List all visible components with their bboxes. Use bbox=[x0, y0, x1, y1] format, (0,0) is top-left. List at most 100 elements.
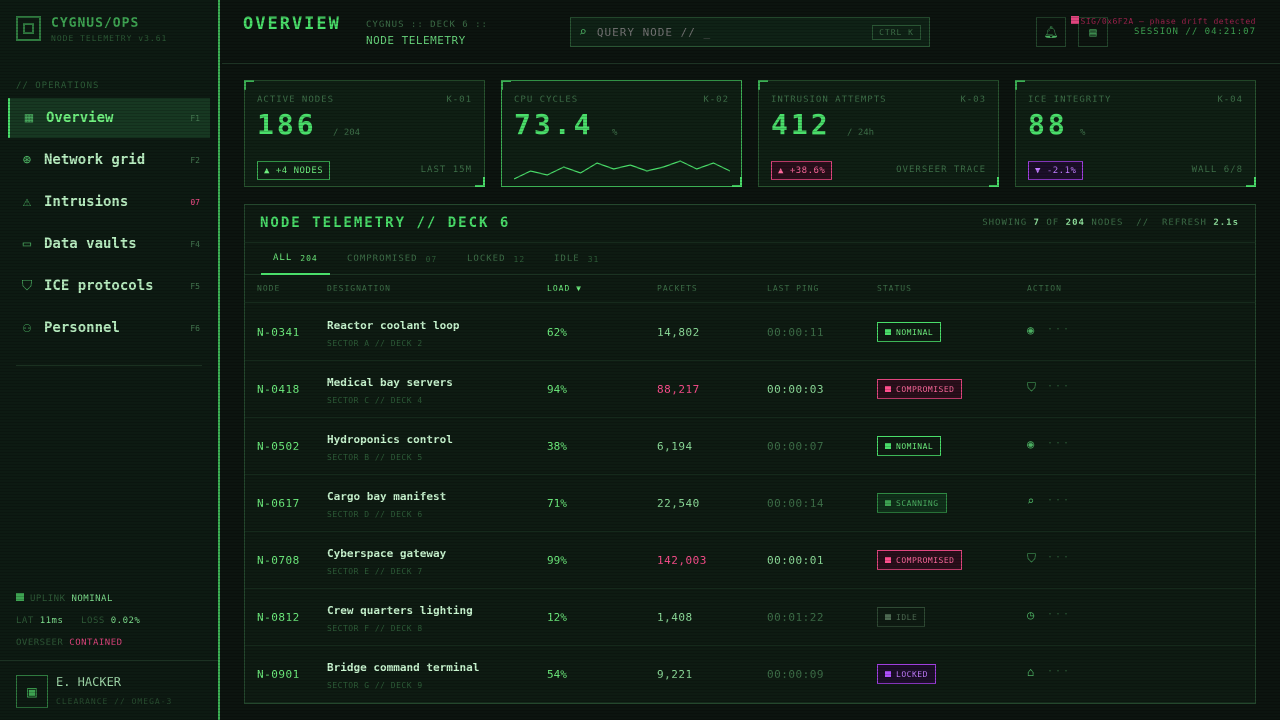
panel-title: NODE TELEMETRY // DECK 6 bbox=[260, 215, 511, 231]
table-row[interactable]: N-0502 Hydroponics control SECTOR B // DEC… bbox=[245, 418, 1255, 475]
tab-all[interactable]: ALL 204 bbox=[261, 243, 330, 275]
page-title: OVERVIEW bbox=[243, 14, 341, 34]
sidebar-item-overview[interactable]: ▦ Overview F1 bbox=[8, 98, 210, 138]
node-packets: 22,540 bbox=[657, 497, 700, 510]
tab-count: 12 bbox=[513, 254, 526, 264]
node-designation: Reactor coolant loop bbox=[327, 319, 460, 332]
shield-icon: ⛉ bbox=[21, 278, 33, 294]
stat-unit: / 204 bbox=[333, 128, 361, 138]
status-badge: IDLE bbox=[877, 607, 926, 627]
stat-card-intrusion-attempts[interactable]: INTRUSION ATTEMPTS K-03 412 / 24h ▲ +38.… bbox=[758, 80, 999, 187]
table-row[interactable]: N-0341 Reactor coolant loop SECTOR A // DE… bbox=[245, 304, 1255, 361]
section-label: // OPERATIONS bbox=[16, 81, 100, 91]
sidebar-item-key: F2 bbox=[190, 155, 200, 165]
column-header-action: ACTION bbox=[1027, 284, 1062, 293]
stat-code: K-04 bbox=[1217, 95, 1243, 105]
search-input[interactable] bbox=[596, 25, 873, 39]
table-row[interactable]: N-0418 Medical bay servers SECTOR C // DEC… bbox=[245, 361, 1255, 418]
eye-icon[interactable]: ◉ bbox=[1027, 437, 1034, 451]
stat-card-ice-integrity[interactable]: ICE INTEGRITY K-04 88 % ▼ -2.1% WALL 6/8 bbox=[1015, 80, 1256, 187]
more-options-icon[interactable]: ··· bbox=[1047, 552, 1071, 563]
divider bbox=[16, 365, 202, 366]
node-sector: SECTOR G // DECK 9 bbox=[327, 681, 423, 690]
node-load: 54% bbox=[547, 668, 567, 681]
node-id: N-0708 bbox=[257, 554, 300, 567]
sidebar-item-ice-protocols[interactable]: ⛉ ICE protocols F5 bbox=[8, 266, 210, 306]
node-packets: 1,408 bbox=[657, 611, 693, 624]
latency-value: 11ms bbox=[39, 616, 64, 626]
node-last-ping: 00:00:11 bbox=[767, 326, 824, 339]
node-load: 38% bbox=[547, 440, 567, 453]
sidebar-item-key: F6 bbox=[190, 323, 200, 333]
column-header-last-ping[interactable]: LAST PING bbox=[767, 284, 819, 293]
status-indicator bbox=[885, 614, 891, 620]
sidebar-item-label: Intrusions bbox=[44, 194, 129, 210]
shield-icon[interactable]: ⛉ bbox=[1027, 551, 1036, 566]
stat-card-active-nodes[interactable]: ACTIVE NODES K-01 186 / 204 ▲ +4 NODES L… bbox=[244, 80, 485, 187]
sidebar: CYGNUS/OPS NODE TELEMETRY v3.61 // OPERA… bbox=[0, 0, 220, 720]
node-sector: SECTOR F // DECK 8 bbox=[327, 624, 423, 633]
table-row[interactable]: N-0708 Cyberspace gateway SECTOR E // DECK… bbox=[245, 532, 1255, 589]
tab-locked[interactable]: LOCKED 12 bbox=[455, 243, 537, 275]
lock-icon[interactable]: ⌂ bbox=[1027, 665, 1034, 679]
node-load: 12% bbox=[547, 611, 567, 624]
status-text: IDLE bbox=[896, 612, 918, 622]
node-last-ping: 00:01:22 bbox=[767, 611, 824, 624]
clock-icon[interactable]: ◷ bbox=[1027, 608, 1034, 622]
column-header-status[interactable]: STATUS bbox=[877, 284, 912, 293]
table-row[interactable]: N-0617 Cargo bay manifest SECTOR D // DECK… bbox=[245, 475, 1255, 532]
sidebar-item-intrusions[interactable]: ⚠ Intrusions 07 bbox=[8, 182, 210, 222]
signal-text: SIG/0x6F2A — phase drift detected bbox=[1080, 17, 1256, 26]
tab-compromised[interactable]: COMPROMISED 07 bbox=[335, 243, 449, 275]
stat-unit: % bbox=[1080, 128, 1086, 138]
eye-icon[interactable]: ◉ bbox=[1027, 323, 1034, 337]
user-profile[interactable]: ▣ E. HACKER CLEARANCE // OMEGA-3 bbox=[0, 660, 218, 720]
node-sector: SECTOR D // DECK 6 bbox=[327, 510, 423, 519]
notifications-button[interactable]: 🔔︎ bbox=[1036, 17, 1066, 47]
column-header-node[interactable]: NODE bbox=[257, 284, 280, 293]
node-sector: SECTOR A // DECK 2 bbox=[327, 339, 423, 348]
logo-icon bbox=[16, 16, 41, 41]
topbar: OVERVIEW CYGNUS :: DECK 6 :: NODE TELEME… bbox=[222, 0, 1280, 64]
panel-meta: SHOWING 7 OF 204 NODES // REFRESH 2.1s bbox=[982, 218, 1239, 228]
showing-count: 7 bbox=[1033, 218, 1040, 228]
column-header-load[interactable]: LOAD ▼ bbox=[547, 284, 582, 293]
column-header-designation[interactable]: DESIGNATION bbox=[327, 284, 391, 293]
more-options-icon[interactable]: ··· bbox=[1047, 324, 1071, 335]
showing-suffix: NODES bbox=[1091, 218, 1124, 228]
loss-value: 0.02% bbox=[110, 616, 141, 626]
status-badge: SCANNING bbox=[877, 493, 947, 513]
sidebar-item-data-vaults[interactable]: ▭ Data vaults F4 bbox=[8, 224, 210, 264]
more-options-icon[interactable]: ··· bbox=[1047, 666, 1071, 677]
sidebar-item-key: F1 bbox=[190, 113, 200, 123]
table-row[interactable]: N-0812 Crew quarters lighting SECTOR F // … bbox=[245, 589, 1255, 646]
sidebar-item-label: Overview bbox=[46, 110, 114, 126]
sidebar-item-network-grid[interactable]: ⊛ Network grid F2 bbox=[8, 140, 210, 180]
more-options-icon[interactable]: ··· bbox=[1047, 495, 1071, 506]
stat-card-cpu-cycles[interactable]: CPU CYCLES K-02 73.4 % bbox=[501, 80, 742, 187]
more-options-icon[interactable]: ··· bbox=[1047, 381, 1071, 392]
more-options-icon[interactable]: ··· bbox=[1047, 438, 1071, 449]
table-row[interactable]: N-0901 Bridge command terminal SECTOR G //… bbox=[245, 646, 1255, 703]
search-icon[interactable]: ⌕ bbox=[1027, 494, 1034, 508]
node-id: N-0341 bbox=[257, 326, 300, 339]
more-options-icon[interactable]: ··· bbox=[1047, 609, 1071, 620]
node-packets: 6,194 bbox=[657, 440, 693, 453]
cpu-sparkline bbox=[514, 160, 730, 180]
node-load: 71% bbox=[547, 497, 567, 510]
signal-indicator bbox=[1070, 16, 1079, 24]
sidebar-item-personnel[interactable]: ⚇ Personnel F6 bbox=[8, 308, 210, 348]
breadcrumb-current: NODE TELEMETRY bbox=[366, 34, 466, 47]
status-indicator bbox=[885, 329, 891, 335]
refresh-value: 2.1s bbox=[1213, 218, 1239, 228]
node-load: 99% bbox=[547, 554, 567, 567]
globe-icon: ⊛ bbox=[22, 152, 32, 168]
tab-idle[interactable]: IDLE 31 bbox=[542, 243, 611, 275]
node-id: N-0617 bbox=[257, 497, 300, 510]
shield-icon[interactable]: ⛉ bbox=[1027, 380, 1036, 395]
bell-icon: 🔔︎ bbox=[1043, 25, 1059, 39]
node-last-ping: 00:00:07 bbox=[767, 440, 824, 453]
stat-label: INTRUSION ATTEMPTS bbox=[771, 95, 887, 105]
column-header-packets[interactable]: PACKETS bbox=[657, 284, 698, 293]
node-sector: SECTOR E // DECK 7 bbox=[327, 567, 423, 576]
